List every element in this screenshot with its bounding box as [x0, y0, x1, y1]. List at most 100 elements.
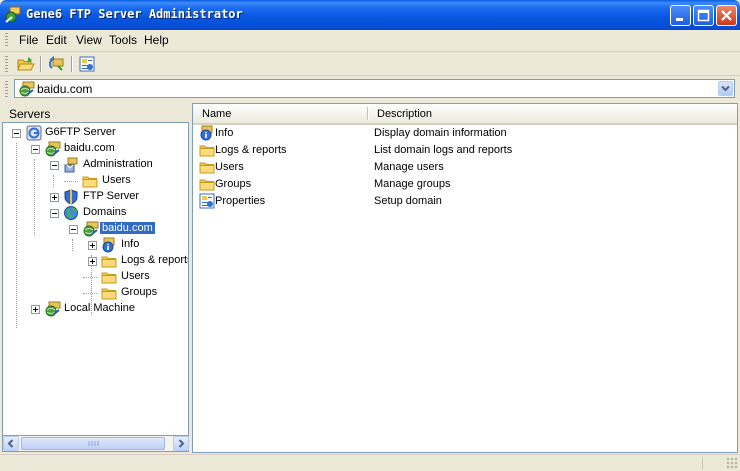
menu-bar: File Edit View Tools Help: [0, 30, 740, 52]
collapse-minus-icon[interactable]: [50, 209, 59, 218]
list-item-description: List domain logs and reports: [374, 144, 513, 156]
collapse-minus-icon[interactable]: [12, 129, 21, 138]
list-header: Name Description: [193, 104, 737, 125]
tree-node[interactable]: Groups: [3, 285, 188, 301]
list-item-name: Properties: [215, 195, 266, 207]
properties-icon: [199, 193, 215, 212]
column-resize-handle[interactable]: [367, 107, 369, 120]
menu-view[interactable]: View: [75, 33, 103, 47]
list-item[interactable]: Info Display domain information: [193, 125, 737, 142]
tree-node-label: baidu.com: [99, 221, 156, 235]
tree-node-label: Info: [121, 238, 140, 250]
list-item[interactable]: Logs & reports List domain logs and repor…: [193, 142, 737, 159]
scroll-thumb[interactable]: [21, 437, 165, 450]
toolbar-separator: [40, 56, 42, 72]
refresh-icon: [48, 56, 66, 75]
chevron-down-icon: [721, 85, 730, 92]
list-item-name: Groups: [215, 178, 252, 190]
domain-select-dropdown-button[interactable]: [718, 81, 733, 96]
collapse-minus-icon[interactable]: [31, 145, 40, 154]
tree-node-label: Logs & reports: [121, 254, 189, 266]
tree-node-label: Local Machine: [64, 302, 135, 314]
tree-node[interactable]: FTP Server: [3, 189, 188, 205]
expand-plus-icon[interactable]: [31, 305, 40, 314]
grip-lines-icon: [88, 441, 99, 446]
tree-horizontal-scrollbar[interactable]: [2, 436, 189, 452]
column-header-description[interactable]: Description: [377, 108, 432, 120]
list-item-name: Info: [215, 127, 234, 139]
tree-node-label: G6FTP Server: [45, 126, 116, 138]
tree-guide-line: [64, 181, 78, 182]
servers-panel-label: Servers: [9, 107, 51, 121]
list-item-name: Logs & reports: [215, 144, 287, 156]
application-window: Gene6 FTP Server Administrator File Edit…: [0, 0, 740, 471]
expand-plus-icon[interactable]: [88, 241, 97, 250]
menu-edit[interactable]: Edit: [45, 33, 68, 47]
list-item-description: Manage groups: [374, 178, 451, 190]
list-item[interactable]: Users Manage users: [193, 159, 737, 176]
servers-panel: Servers G6FTP Server baidu.com Administr…: [2, 103, 189, 452]
tree-node[interactable]: Info: [3, 237, 188, 253]
toolbar: [0, 52, 740, 76]
list-item-name: Users: [215, 161, 244, 173]
minimize-icon: [676, 18, 683, 21]
scroll-left-button[interactable]: [3, 436, 19, 451]
tree-node[interactable]: Administration: [3, 157, 188, 173]
chevron-right-icon: [178, 439, 185, 448]
list-item[interactable]: Groups Manage groups: [193, 176, 737, 193]
menu-bar-grip[interactable]: [5, 33, 8, 48]
open-folder-icon: [17, 56, 35, 75]
servers-tree[interactable]: G6FTP Server baidu.com Administration Us…: [2, 122, 189, 436]
address-bar-grip[interactable]: [5, 81, 8, 97]
tree-node[interactable]: Users: [3, 269, 188, 285]
collapse-minus-icon[interactable]: [50, 161, 59, 170]
list-item-description: Setup domain: [374, 195, 442, 207]
minimize-button[interactable]: [670, 5, 691, 26]
tree-node[interactable]: Users: [3, 173, 188, 189]
domain-select-value: baidu.com: [37, 82, 93, 96]
status-bar-panel: [2, 457, 703, 469]
toolbar-separator: [71, 56, 73, 72]
properties-icon: [79, 56, 95, 75]
open-button[interactable]: [15, 54, 37, 74]
domain-icon: [44, 301, 62, 320]
tree-node[interactable]: Logs & reports: [3, 253, 189, 269]
tree-node[interactable]: baidu.com: [3, 141, 188, 157]
tree-node[interactable]: Domains: [3, 205, 188, 221]
maximize-button[interactable]: [693, 5, 714, 26]
column-header-name[interactable]: Name: [202, 108, 231, 120]
collapse-minus-icon[interactable]: [69, 225, 78, 234]
close-icon: [721, 10, 732, 21]
properties-button[interactable]: [77, 54, 99, 74]
tree-node-label: Administration: [83, 158, 153, 170]
title-bar[interactable]: Gene6 FTP Server Administrator: [0, 0, 740, 30]
expand-plus-icon[interactable]: [50, 193, 59, 202]
refresh-button[interactable]: [46, 54, 68, 74]
tree-node-label: Groups: [121, 286, 158, 298]
tree-guide-line: [83, 277, 97, 278]
menu-tools[interactable]: Tools: [108, 33, 138, 47]
status-bar: [0, 454, 740, 471]
address-bar: baidu.com: [0, 76, 740, 101]
close-button[interactable]: [716, 5, 737, 26]
tree-node-label: baidu.com: [64, 142, 115, 154]
resize-grip-icon[interactable]: [726, 457, 738, 469]
tree-node[interactable]: G6FTP Server: [3, 125, 188, 141]
menu-file[interactable]: File: [18, 33, 39, 47]
chevron-left-icon: [7, 439, 14, 448]
tree-node-label: Users: [121, 270, 150, 282]
tree-node[interactable]: baidu.com: [3, 221, 188, 237]
list-item-description: Display domain information: [374, 127, 507, 139]
tree-node[interactable]: Local Machine: [3, 301, 188, 320]
list-item[interactable]: Properties Setup domain: [193, 193, 737, 210]
window-title: Gene6 FTP Server Administrator: [26, 7, 243, 21]
detail-list: Name Description Info Display domain info…: [192, 103, 738, 453]
domain-select[interactable]: baidu.com: [14, 79, 735, 98]
tree-node-label: Users: [102, 174, 131, 186]
menu-help[interactable]: Help: [143, 33, 170, 47]
toolbar-grip[interactable]: [5, 56, 8, 72]
domain-icon: [18, 81, 36, 100]
app-icon: [4, 6, 22, 24]
scroll-right-button[interactable]: [173, 436, 189, 451]
expand-plus-icon[interactable]: [88, 257, 97, 266]
